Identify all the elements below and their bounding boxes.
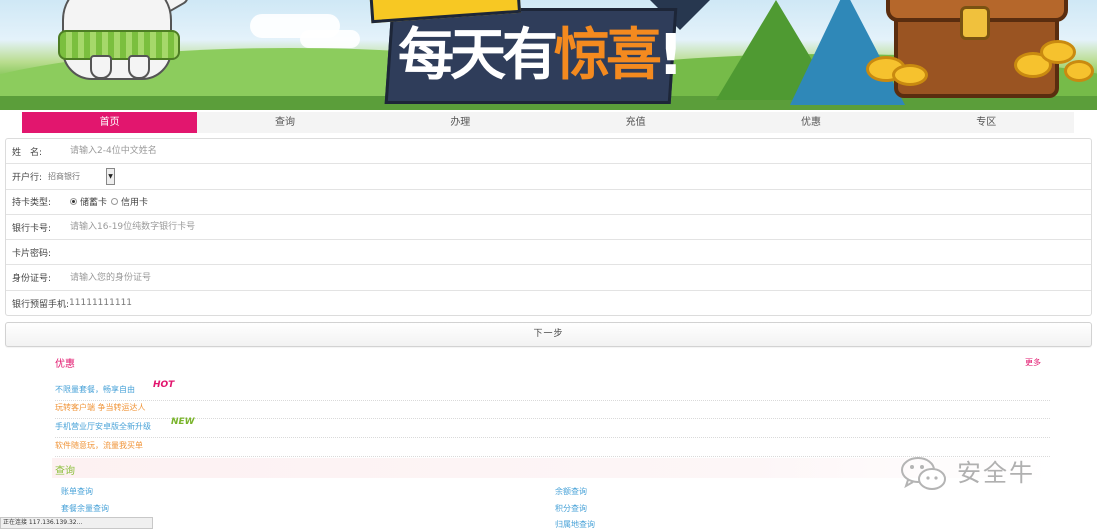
bank-select-value: 招商银行	[48, 171, 81, 181]
promo-item-text[interactable]: 不限量套餐，畅享自由	[55, 385, 135, 394]
hot-badge: HOT	[153, 380, 175, 390]
radio-checked-icon[interactable]	[70, 198, 77, 206]
chest-lock-icon	[960, 6, 990, 40]
coin-icon	[1064, 60, 1094, 82]
form-row-name: 姓 名:	[6, 139, 1091, 165]
slogan-text-part: 每天有	[398, 23, 558, 88]
slogan-text-part: !	[658, 23, 683, 88]
mascot-leg	[90, 55, 112, 79]
bill-query-link[interactable]: 账单查询	[61, 486, 93, 497]
slogan-text: 每天有惊喜!	[398, 20, 683, 92]
mascot-skirt	[58, 30, 180, 60]
balance-query-link[interactable]: 余额查询	[555, 486, 587, 497]
query-title: 查询	[55, 466, 75, 477]
card-type-label: 持卡类型:	[12, 198, 52, 209]
coin-icon	[1040, 40, 1076, 64]
promo-item[interactable]: 不限量套餐，畅享自由 HOT	[55, 380, 1050, 401]
tab-query[interactable]: 查询	[197, 112, 372, 133]
bank-card-form: 姓 名: 开户行: 招商银行 ▼ 持卡类型: 储蓄卡 信用卡 银行卡号: 卡片密…	[5, 138, 1092, 316]
promo-item-text[interactable]: 软件随意玩，流量我买单	[55, 441, 143, 450]
location-query-link[interactable]: 归属地查询	[555, 519, 595, 529]
watermark-text: 安全牛	[957, 459, 1035, 487]
main-nav: 首页 查询 办理 充值 优惠 专区	[22, 112, 1074, 133]
dropdown-arrow-icon[interactable]: ▼	[106, 167, 116, 185]
name-label: 姓 名:	[12, 147, 43, 158]
form-row-card-password: 卡片密码:	[6, 240, 1091, 266]
radio-credit-label: 信用卡	[121, 198, 149, 209]
form-row-id-number: 身份证号:	[6, 265, 1091, 291]
package-balance-link[interactable]: 套餐余量查询	[61, 503, 109, 514]
tab-offers[interactable]: 优惠	[723, 112, 898, 133]
card-number-label: 银行卡号:	[12, 223, 52, 234]
radio-credit-card[interactable]: 信用卡	[111, 195, 148, 208]
radio-debit-label: 储蓄卡	[80, 198, 108, 209]
mascot-leg	[128, 55, 150, 79]
phone-value: 11111111111	[69, 298, 133, 309]
tab-zone[interactable]: 专区	[899, 112, 1074, 133]
banner-image: 每天有惊喜!	[0, 0, 1097, 110]
promo-item-text[interactable]: 玩转客户端 争当转运达人	[55, 403, 146, 412]
new-badge: NEW	[171, 417, 195, 427]
name-field[interactable]	[70, 142, 470, 161]
radio-unchecked-icon[interactable]	[111, 198, 119, 206]
cloud	[300, 30, 360, 48]
card-password-field[interactable]	[70, 243, 470, 262]
id-number-field[interactable]	[70, 268, 470, 287]
browser-status-bar: 正在连接 117.136.139.32...	[0, 517, 153, 529]
promo-item-text[interactable]: 手机营业厅安卓版全新升级	[55, 422, 151, 431]
form-row-card-type: 持卡类型: 储蓄卡 信用卡	[6, 190, 1091, 215]
points-query-link[interactable]: 积分查询	[555, 503, 587, 514]
next-step-button[interactable]: 下一步	[5, 322, 1092, 347]
tab-handle[interactable]: 办理	[373, 112, 548, 133]
bank-select[interactable]: 招商银行 ▼	[48, 167, 116, 185]
form-row-card-number: 银行卡号:	[6, 215, 1091, 241]
promo-item[interactable]: 玩转客户端 争当转运达人	[55, 400, 1050, 419]
form-row-bank: 开户行: 招商银行 ▼	[6, 164, 1091, 190]
bank-label: 开户行:	[12, 172, 43, 183]
form-row-phone: 银行预留手机: 11111111111	[6, 291, 1091, 316]
card-number-field[interactable]	[70, 218, 470, 237]
card-password-label: 卡片密码:	[12, 248, 52, 259]
id-number-label: 身份证号:	[12, 274, 52, 285]
promotions-title: 优惠	[55, 359, 75, 370]
wechat-icon	[901, 457, 946, 490]
tab-home[interactable]: 首页	[22, 112, 198, 133]
coin-icon	[892, 64, 928, 86]
promo-item[interactable]: 手机营业厅安卓版全新升级 NEW	[55, 417, 1050, 438]
radio-debit-card[interactable]: 储蓄卡	[70, 195, 107, 208]
tab-recharge[interactable]: 充值	[548, 112, 723, 133]
phone-label: 银行预留手机:	[12, 299, 70, 310]
more-link[interactable]: 更多	[1025, 357, 1041, 368]
slogan-highlight: 惊喜	[554, 23, 662, 88]
